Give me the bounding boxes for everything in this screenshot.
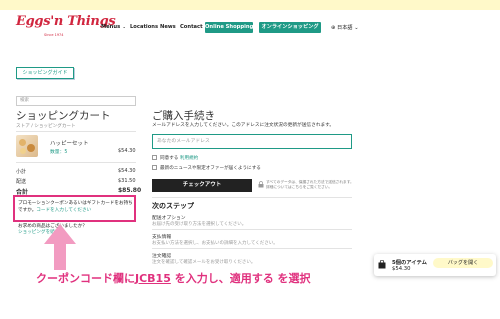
language-selector[interactable]: ⊕ 日本語 ⌄	[331, 24, 359, 31]
email-note: メールアドレスを入力してください。このアドレスに注文状況の更新が送信されます。	[152, 123, 335, 128]
subtotal-value: $54.30	[118, 168, 136, 174]
open-bag-button[interactable]: バッグを開く	[433, 258, 493, 268]
checkout-title: ご購入手続き	[152, 110, 215, 122]
step-title: 配送オプション	[152, 216, 186, 221]
mini-cart-count: 5個のアイテム	[392, 260, 427, 266]
step-title: 注文確認	[152, 254, 172, 259]
divider	[152, 229, 352, 230]
cart-title: ショッピングカート	[16, 110, 111, 122]
lock-icon	[258, 181, 264, 188]
nav-news[interactable]: News	[160, 24, 176, 30]
brand-logo[interactable]: Eggs'n Things Since 1974	[16, 12, 116, 48]
online-shopping-jp-button[interactable]: オンラインショッピング	[259, 22, 321, 33]
shopping-bag-icon	[378, 260, 386, 269]
email-input[interactable]: あなたのメールアドレス	[152, 134, 352, 149]
secure-note: すべてのデータは、保護された方法で送信されます。詳細についてはこちらをご覧くださ…	[266, 180, 354, 189]
nav-contact[interactable]: Contact	[180, 24, 203, 30]
instruction-caption: クーポンコード欄にJCB15 を入力し、適用する を選択	[36, 272, 311, 285]
pointer-arrow-icon	[44, 224, 76, 270]
total-value: $85.80	[118, 187, 142, 194]
step-desc: 注文を確認して確認メールをお受け取りください。	[152, 260, 256, 265]
next-steps-title: 次のステップ	[152, 202, 194, 210]
promo-code-link[interactable]: コードを入力してください	[36, 208, 91, 213]
search-input[interactable]: 検索	[16, 96, 136, 106]
shopping-guide-button[interactable]: ショッピングガイド	[16, 67, 74, 79]
product-name[interactable]: ハッピーセット	[50, 139, 89, 147]
breadcrumb[interactable]: ストア / ショッピングカート	[16, 123, 76, 129]
divider	[152, 248, 352, 249]
nav-locations[interactable]: Locations	[130, 24, 158, 30]
chevron-down-icon: ⌄	[121, 24, 126, 29]
coupon-code: JCB15	[135, 272, 171, 285]
nav-menus[interactable]: Menus ⌄	[101, 24, 126, 30]
shipping-label: 配送	[16, 179, 27, 185]
shipping-value: $31.50	[118, 178, 136, 184]
chevron-down-icon: ⌄	[352, 25, 359, 31]
divider	[152, 197, 352, 198]
step-desc: お届け先の受け取り方法を選択してください。	[152, 222, 247, 227]
terms-link[interactable]: 利用規約	[180, 156, 198, 161]
step-title: 支払情報	[152, 235, 172, 240]
divider	[16, 131, 136, 132]
product-thumbnail[interactable]	[16, 135, 38, 157]
news-label: 最新のニュースや限定オファーが届くようにする	[160, 166, 261, 171]
top-bar	[0, 0, 500, 10]
product-quantity[interactable]: 数量：5	[50, 148, 67, 155]
news-checkbox[interactable]	[152, 165, 157, 170]
subtotal-label: 小計	[16, 169, 27, 175]
logo-subtext: Since 1974	[44, 33, 64, 37]
divider	[16, 162, 136, 163]
promo-text: プロモーションクーポンあるいはギフトカードをお持ちですか。コードを入力してくださ…	[18, 201, 133, 213]
step-desc: お支払い方法を選択し、お支払いの詳細を入力してください。	[152, 241, 278, 246]
online-shopping-button[interactable]: Online Shopping	[205, 22, 253, 33]
agree-label: 同意する 利用規約	[160, 156, 199, 161]
mini-cart-price: $54.30	[392, 266, 411, 272]
agree-checkbox[interactable]	[152, 155, 157, 160]
checkout-button[interactable]: チェックアウト	[152, 179, 252, 192]
product-price: $54.30	[118, 148, 136, 154]
